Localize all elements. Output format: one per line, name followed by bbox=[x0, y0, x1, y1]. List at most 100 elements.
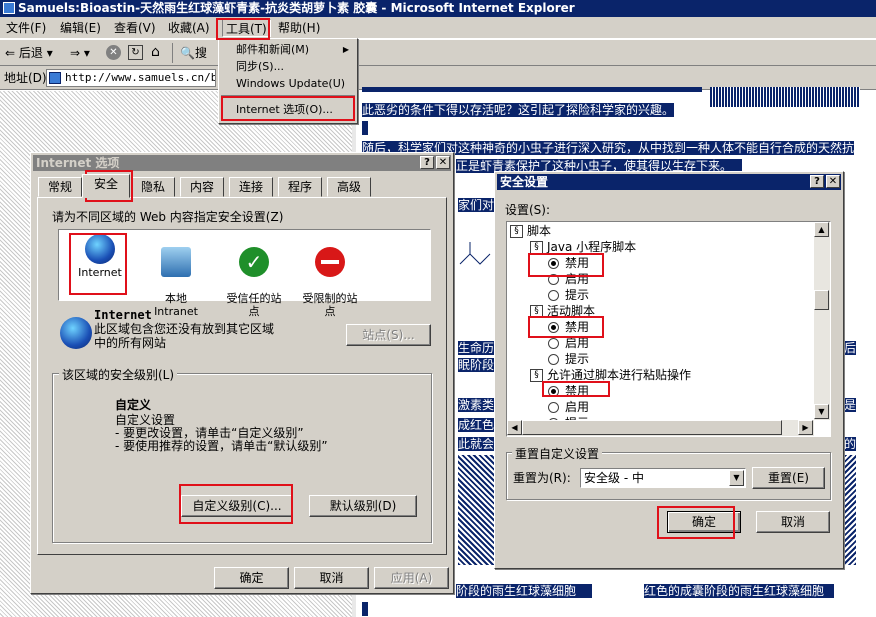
tab-advanced[interactable]: 高级 bbox=[327, 177, 371, 197]
page-diagram bbox=[458, 214, 494, 324]
home-icon[interactable]: ⌂ bbox=[151, 44, 160, 60]
address-input[interactable]: http://www.samuels.cn/bio01. bbox=[46, 69, 216, 87]
menu-help[interactable]: 帮助(H) bbox=[278, 20, 320, 36]
tab-general[interactable]: 常规 bbox=[38, 177, 82, 197]
menu-edit[interactable]: 编辑(E) bbox=[60, 20, 101, 36]
back-button[interactable]: ⇐ 后退 ▾ bbox=[5, 46, 53, 60]
zone-restricted[interactable]: 受限制的站 点 bbox=[295, 230, 365, 318]
radio-java-disable[interactable] bbox=[548, 258, 559, 269]
globe-icon bbox=[85, 234, 115, 264]
menu-item-internet-options[interactable]: Internet 选项(O)... bbox=[223, 101, 353, 118]
menu-item-mail-news-label: 邮件和新闻(M) bbox=[236, 43, 310, 56]
security-level-description: 自定义设置 - 要更改设置，请单击“自定义级别” - 要使用推荐的设置，请单击“… bbox=[115, 413, 328, 453]
page-fragment-c: 眠阶段 bbox=[458, 358, 494, 372]
tab-security[interactable]: 安全 bbox=[82, 174, 130, 198]
ok-button[interactable]: 确定 bbox=[214, 567, 289, 589]
radio-java-enable[interactable] bbox=[548, 274, 559, 285]
internet-options-dialog: Internet 选项 ? ✕ 常规 安全 隐私 内容 连接 程序 高级 请为不… bbox=[30, 152, 454, 594]
radio-active-enable[interactable] bbox=[548, 338, 559, 349]
scroll-thumb[interactable] bbox=[814, 290, 829, 310]
tab-connections[interactable]: 连接 bbox=[229, 177, 273, 197]
zone-internet[interactable]: Internet bbox=[65, 230, 135, 279]
custom-level-button[interactable]: 自定义级别(C)... bbox=[181, 495, 293, 517]
reset-to-label: 重置为(R): bbox=[513, 471, 571, 485]
scroll-thumb-horizontal[interactable] bbox=[522, 420, 782, 435]
help-button[interactable]: ? bbox=[420, 156, 434, 169]
radio-paste-enable[interactable] bbox=[548, 402, 559, 413]
tools-dropdown-menu: 邮件和新闻(M) ▶ 同步(S)... Windows Update(U) Int… bbox=[218, 38, 358, 124]
zone-trusted[interactable]: ✓ 受信任的站 点 bbox=[219, 230, 289, 318]
scroll-left-icon[interactable]: ◀ bbox=[507, 420, 522, 435]
ie-window-title: Samuels:Bioastin-天然雨生红球藻虾青素-抗炎类胡萝卜素 胶囊 -… bbox=[18, 1, 575, 15]
back-label: 后退 bbox=[18, 46, 43, 60]
page-fragment-d: 激素类 bbox=[458, 398, 494, 412]
radio-java-prompt[interactable] bbox=[548, 290, 559, 301]
zone-internet-label: Internet bbox=[78, 266, 122, 279]
search-label: 搜 bbox=[194, 46, 207, 60]
horizontal-scrollbar[interactable]: ◀ ▶ bbox=[507, 420, 814, 436]
security-settings-dialog: 安全设置 ? ✕ 设置(S): § 脚本 § Java 小程序脚本 禁用 启用 … bbox=[494, 171, 844, 569]
tree-setting-paste-script: 允许通过脚本进行粘贴操作 bbox=[547, 368, 692, 382]
reset-level-select[interactable]: 安全级 - 中 ▼ bbox=[580, 468, 746, 488]
sites-button[interactable]: 站点(S)... bbox=[346, 324, 431, 346]
radio-paste-disable[interactable] bbox=[548, 386, 559, 397]
scroll-up-icon[interactable]: ▲ bbox=[814, 222, 829, 237]
tab-content[interactable]: 内容 bbox=[180, 177, 224, 197]
menu-item-windows-update[interactable]: Windows Update(U) bbox=[223, 75, 353, 92]
default-level-button[interactable]: 默认级别(D) bbox=[309, 495, 417, 517]
zone-restricted-label: 受限制的站 点 bbox=[302, 292, 358, 318]
zone-list: Internet 本地 Intranet ✓ 受信任的站 点 受限制的站 点 bbox=[58, 229, 431, 318]
forward-button[interactable]: ⇒ ▾ bbox=[70, 46, 90, 60]
selected-zone-globe-icon bbox=[60, 317, 92, 349]
page-icon bbox=[49, 72, 61, 84]
ok-button[interactable]: 确定 bbox=[667, 511, 741, 533]
internet-options-title-bar: Internet 选项 ? ✕ bbox=[33, 155, 451, 171]
menu-item-mail-news[interactable]: 邮件和新闻(M) ▶ bbox=[223, 41, 353, 58]
setting-icon: § bbox=[530, 241, 543, 254]
selected-zone-title: Internet bbox=[94, 308, 152, 322]
tab-programs[interactable]: 程序 bbox=[278, 177, 322, 197]
tree-setting-active-script: 活动脚本 bbox=[547, 304, 596, 318]
close-button[interactable]: ✕ bbox=[436, 156, 450, 169]
internet-options-title: Internet 选项 bbox=[36, 156, 120, 170]
settings-tree[interactable]: § 脚本 § Java 小程序脚本 禁用 启用 提示 § 活动脚本 禁用 启用 … bbox=[506, 221, 831, 437]
refresh-icon[interactable]: ↻ bbox=[128, 45, 143, 60]
zone-intranet[interactable]: 本地 Intranet bbox=[141, 230, 211, 318]
apply-button[interactable]: 应用(A) bbox=[374, 567, 449, 589]
close-button[interactable]: ✕ bbox=[826, 175, 840, 188]
radio-active-disable[interactable] bbox=[548, 322, 559, 333]
stop-icon[interactable]: ✕ bbox=[106, 45, 121, 60]
setting-icon: § bbox=[530, 369, 543, 382]
radio-paste-disable-label: 禁用 bbox=[565, 384, 590, 398]
radio-java-prompt-label: 提示 bbox=[565, 288, 590, 302]
search-button[interactable]: 🔍搜 bbox=[180, 46, 207, 60]
menu-file[interactable]: 文件(F) bbox=[6, 20, 46, 36]
menu-favorites[interactable]: 收藏(A) bbox=[168, 20, 210, 36]
page-fragment-g2: 是 bbox=[844, 398, 856, 412]
security-settings-title-bar: 安全设置 ? ✕ bbox=[497, 174, 841, 190]
reset-group: 重置自定义设置 重置为(R): 安全级 - 中 ▼ 重置(E) bbox=[506, 445, 831, 500]
cancel-button[interactable]: 取消 bbox=[756, 511, 830, 533]
menu-item-sync[interactable]: 同步(S)... bbox=[223, 58, 353, 75]
radio-active-disable-label: 禁用 bbox=[565, 320, 590, 334]
cancel-button[interactable]: 取消 bbox=[294, 567, 369, 589]
tree-category-script: 脚本 bbox=[527, 224, 552, 238]
menu-view[interactable]: 查看(V) bbox=[114, 20, 156, 36]
address-url: http://www.samuels.cn/bio01. bbox=[65, 71, 215, 84]
reset-level-value: 安全级 - 中 bbox=[584, 471, 644, 485]
dropdown-arrow-icon[interactable]: ▼ bbox=[729, 470, 744, 486]
zone-intranet-label: 本地 Intranet bbox=[154, 292, 198, 318]
tab-privacy[interactable]: 隐私 bbox=[131, 177, 175, 197]
scroll-right-icon[interactable]: ▶ bbox=[798, 420, 813, 435]
security-tab-panel: 请为不同区域的 Web 内容指定安全设置(Z) Internet 本地 Intr… bbox=[37, 197, 447, 555]
reset-button[interactable]: 重置(E) bbox=[752, 467, 825, 489]
radio-active-prompt[interactable] bbox=[548, 354, 559, 365]
selected-zone-description: 此区域包含您还没有放到其它区域 中的所有网站 bbox=[94, 322, 275, 350]
page-fragment-b: 生命历 bbox=[458, 341, 494, 355]
menu-tools[interactable]: 工具(T) bbox=[222, 19, 271, 37]
help-button[interactable]: ? bbox=[810, 175, 824, 188]
page-caption-right: 红色的成囊阶段的雨生红球藻细胞 bbox=[644, 584, 834, 598]
vertical-scrollbar[interactable]: ▲ ▼ bbox=[814, 222, 830, 420]
radio-paste-enable-label: 启用 bbox=[565, 400, 590, 414]
scroll-down-icon[interactable]: ▼ bbox=[814, 404, 829, 419]
